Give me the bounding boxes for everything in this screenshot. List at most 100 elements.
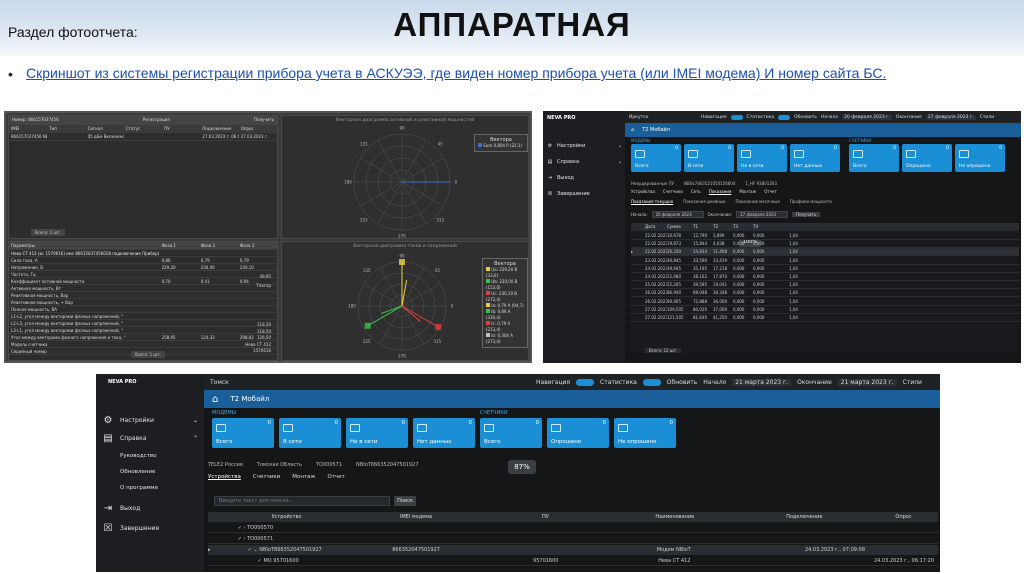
column-header[interactable]: Опрос	[869, 514, 938, 520]
table-row[interactable]: 22.02.2023 г. 0ч4310,678 12,790 3,899 0,000…	[631, 232, 1019, 240]
style-button[interactable]: Стили	[980, 115, 995, 120]
navigation-toggle[interactable]	[576, 378, 595, 386]
column-header[interactable]: T1	[693, 224, 713, 229]
filter-start-input[interactable]: 20 февраля 2023	[651, 211, 704, 218]
column-header[interactable]: Дата	[645, 224, 667, 229]
breadcrumb-item[interactable]: Томская Область	[257, 462, 302, 468]
table-row[interactable]: 26.02.2023 г. 0ч4390,905 72,888 36,000 0,00…	[631, 298, 1019, 306]
column-header[interactable]: IMEI	[9, 126, 47, 131]
device-cell[interactable]: ✓ › TO000570	[222, 525, 353, 531]
device-cell[interactable]: ✓ ⌄ NBIoT866352047501927	[222, 547, 354, 553]
status-tile[interactable]: 0 В сети	[279, 418, 341, 448]
status-tile[interactable]: 0 Нет данных	[413, 418, 475, 448]
table-row[interactable]: 24.02.2023 г. 0ч4349,645 35,195 17,218 0,00…	[631, 265, 1019, 273]
status-tile[interactable]: 0 Всего	[212, 418, 274, 448]
table-row[interactable]: ✓ › TO000570	[208, 523, 938, 533]
tab[interactable]: Монтаж	[739, 189, 756, 194]
column-header[interactable]: Сигнал	[86, 126, 124, 131]
tab[interactable]: Отчет	[328, 474, 345, 480]
column-header[interactable]: Фаза 1	[160, 243, 199, 248]
nav-manual[interactable]: Руководство	[96, 450, 204, 462]
column-header[interactable]: Устройство	[222, 514, 351, 520]
tab[interactable]: Счетчики	[663, 189, 683, 194]
nav-update[interactable]: Обновление	[96, 466, 204, 478]
refresh-link[interactable]: Получить	[254, 117, 274, 124]
status-tile[interactable]: 0 Не опрошено	[614, 418, 676, 448]
tab[interactable]: Сеть	[691, 189, 701, 194]
status-tile[interactable]: 0 Всего	[480, 418, 542, 448]
table-row[interactable]: 27.02.2023 г. 0ч43109,505 80,020 37,000 0,0…	[631, 306, 1019, 314]
table-row[interactable]: 26.02.2023 г. 0ч4386,940 69,048 30,348 0,00…	[631, 289, 1019, 298]
filter-end-input[interactable]: 27 февраля 2023	[736, 211, 789, 218]
nav-about[interactable]: О программе	[96, 482, 204, 494]
statistics-toggle[interactable]	[778, 114, 791, 120]
nav-exit[interactable]: ⇥ Выход	[96, 500, 204, 516]
nav-help[interactable]: ▤ Справка ⌄	[543, 155, 625, 169]
tab[interactable]: Устройства	[208, 474, 241, 480]
tab[interactable]: Устройства	[631, 189, 655, 194]
search-button[interactable]: Поиск	[394, 496, 416, 506]
start-date-picker[interactable]: 21 марта 2023 г.	[732, 378, 792, 386]
home-icon[interactable]: ⌂	[212, 394, 218, 405]
refresh-button[interactable]: Обновить	[794, 115, 817, 120]
subtab[interactable]: Профили мощности	[790, 199, 832, 204]
device-cell[interactable]: ✓ › TO000571	[222, 536, 353, 542]
end-date-picker[interactable]: 21 марта 2023 г.	[837, 378, 897, 386]
breadcrumb-item[interactable]: TO000571	[316, 462, 342, 468]
end-date-picker[interactable]: 27 февраля 2023 г.	[925, 114, 976, 120]
nav-settings[interactable]: ⚙ Настройки ⌄	[96, 412, 204, 428]
column-header[interactable]: Подключение	[740, 514, 869, 520]
tab[interactable]: Счетчики	[253, 474, 280, 480]
style-button[interactable]: Стили	[903, 379, 922, 386]
status-tile[interactable]: 0 В сети	[684, 144, 734, 172]
table-row[interactable]: 22.02.2023 г. 0ч4319,873 15,844 4,038 0,000…	[631, 240, 1019, 249]
statistics-toggle[interactable]	[642, 378, 661, 386]
device-cell[interactable]: ✓ МО 95701600	[222, 558, 355, 564]
tree-expand-icon[interactable]: ✓ ⌄	[248, 547, 260, 553]
tree-expand-icon[interactable]: ✓ ›	[238, 525, 247, 531]
column-header[interactable]: T3	[733, 224, 753, 229]
column-header[interactable]: Фаза 2	[199, 243, 238, 248]
table-row[interactable]: 866157037456 NB07 05 дБм Включено 27.03.20…	[9, 133, 277, 141]
table-row[interactable]: ▸ ✓ ⌄ NBIoT866352047501927 866352047501927…	[208, 545, 938, 555]
breadcrumb-item[interactable]: TELE2 Россия	[208, 462, 243, 468]
table-row[interactable]: 27.02.2023 г. 0ч43121,505 81,640 41,250 0,0…	[631, 314, 1019, 322]
column-header[interactable]: Тип	[47, 126, 85, 131]
table-row[interactable]: 25.02.2023 г. 0ч4355,205 39,595 19,041 0,00…	[631, 281, 1019, 290]
nav-quit[interactable]: ☒ Завершение	[96, 520, 204, 536]
table-row[interactable]: 24.02.2023 г. 0ч4352,080 38,162 17,870 0,00…	[631, 273, 1019, 281]
table-row[interactable]: ✓ МО 95701600 95701600 Нева СТ 412 24.03.20…	[208, 556, 938, 566]
column-header[interactable]: Сумма	[667, 224, 693, 229]
table-row[interactable]: 23.02.2023 г. 0ч4340,845 33,590 13,419 0,00…	[631, 257, 1019, 265]
breadcrumb-item[interactable]: Неаудированные ПУ	[631, 181, 674, 186]
column-header[interactable]: Наименование	[610, 514, 739, 520]
search-input[interactable]: Введите текст для поиска...	[214, 496, 390, 506]
column-header[interactable]: Фаза 3	[238, 243, 277, 248]
breadcrumb-item[interactable]: NB0x7863521056156604	[684, 181, 735, 186]
navigation-toggle[interactable]	[730, 114, 743, 120]
nav-exit[interactable]: ⇥ Выход	[543, 171, 625, 185]
breadcrumb-item[interactable]: NBIoT866352047501927	[356, 462, 418, 468]
start-date-picker[interactable]: 20 февраля 2023 г.	[842, 114, 892, 120]
home-icon[interactable]: ⌂	[631, 127, 634, 133]
column-header[interactable]: IMEI модема	[351, 514, 480, 520]
subtab[interactable]: Показания текущие	[631, 199, 673, 204]
nav-quit[interactable]: ☒ Завершение	[543, 187, 625, 201]
status-tile[interactable]: 0 Всего	[849, 144, 899, 172]
column-header[interactable]: Статус	[124, 126, 162, 131]
status-tile[interactable]: 0 Не в сети	[346, 418, 408, 448]
status-tile[interactable]: 0 Всего	[631, 144, 681, 172]
subtab[interactable]: Показания месячные	[735, 199, 779, 204]
tree-expand-icon[interactable]: ✓ ›	[238, 536, 247, 542]
status-tile[interactable]: 0 Нет данных	[790, 144, 840, 172]
status-tile[interactable]: 0 Не опрошено	[955, 144, 1005, 172]
nav-help[interactable]: ▤ Справка ⌃	[96, 430, 204, 446]
get-readings-button[interactable]: Получить	[792, 212, 821, 217]
column-header[interactable]: ПУ	[481, 514, 610, 520]
status-tile[interactable]: 0 Опрошено	[547, 418, 609, 448]
table-row[interactable]: ✓ › TO000571	[208, 534, 938, 544]
column-header[interactable]: Опрос	[239, 126, 277, 131]
table-row[interactable]: ▸ 22.02.2023 г. 0ч4326,200 24,834 11,408 0,0…	[631, 248, 1019, 257]
column-header[interactable]: T4	[753, 224, 773, 229]
subtab[interactable]: Показания дневные	[683, 199, 725, 204]
